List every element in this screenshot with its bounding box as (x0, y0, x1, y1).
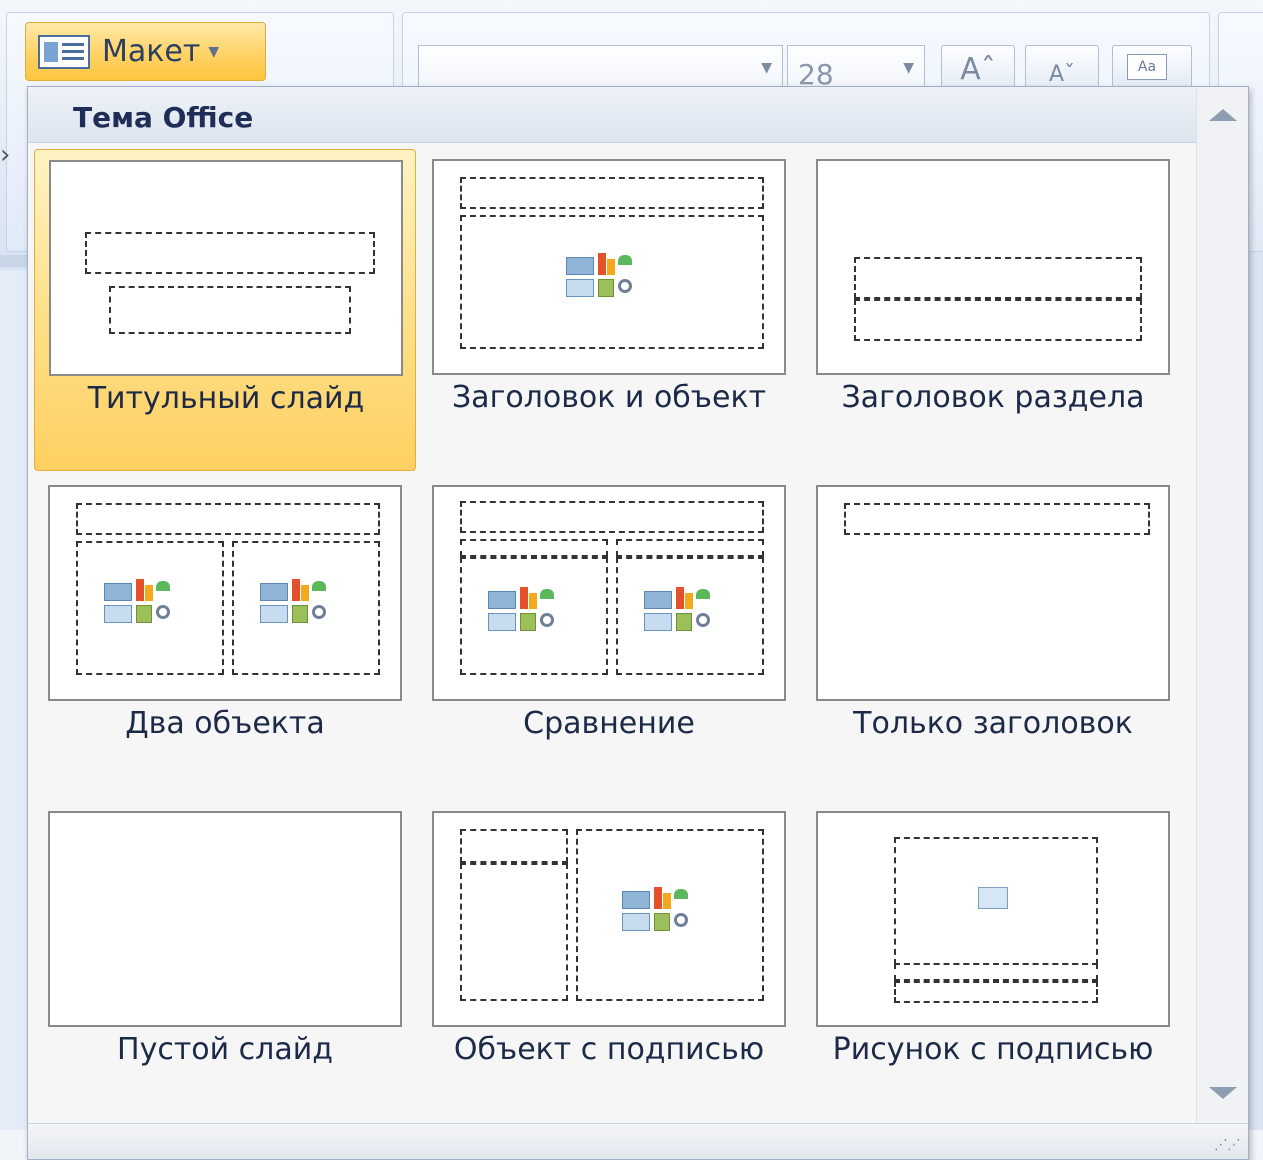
side-marker: › (0, 140, 11, 170)
picture-icon (978, 887, 1008, 909)
title-placeholder (460, 177, 764, 209)
layout-tile-title-and-content[interactable]: Заголовок и объект (418, 149, 800, 471)
title-placeholder (854, 257, 1142, 299)
layout-tile-content-with-caption[interactable]: Объект с подписью (418, 801, 800, 1123)
scroll-up-icon[interactable] (1209, 109, 1237, 121)
heading-placeholder-left (460, 539, 608, 557)
title-placeholder (76, 503, 380, 535)
subtitle-placeholder (109, 286, 351, 334)
gallery-header: Тема Office (28, 87, 1198, 143)
layout-thumbnail (48, 811, 402, 1027)
layout-label: Заголовок и объект (451, 380, 767, 415)
caption-text-placeholder (460, 863, 568, 1001)
content-placeholder-icon (564, 253, 634, 299)
document-scroll-strip (1247, 255, 1263, 1135)
heading-placeholder-right (616, 539, 764, 557)
grow-font-icon: Aˆ (960, 52, 996, 87)
ruler-strip (0, 255, 30, 267)
layout-label: Заголовок раздела (841, 380, 1145, 415)
title-placeholder (460, 501, 764, 533)
layout-tile-comparison[interactable]: Сравнение (418, 475, 800, 797)
layout-thumbnail (816, 159, 1170, 375)
layout-thumbnail (816, 811, 1170, 1027)
gallery-scrollbar[interactable] (1196, 87, 1248, 1123)
layout-label: Титульный слайд (87, 381, 365, 416)
content-placeholder-icon (486, 587, 556, 633)
gallery-title: Тема Office (73, 101, 254, 134)
content-placeholder-icon (258, 579, 328, 625)
layout-thumbnail (432, 159, 786, 375)
content-placeholder-icon (620, 887, 690, 933)
layout-tile-title-slide[interactable]: Титульный слайд (34, 149, 416, 471)
layout-label: Сравнение (523, 706, 695, 741)
layout-tile-section-header[interactable]: Заголовок раздела (802, 149, 1184, 471)
content-placeholder-icon (642, 587, 712, 633)
layout-label: Рисунок с подписью (832, 1032, 1154, 1067)
layout-label: Только заголовок (853, 706, 1133, 741)
layout-label: Объект с подписью (453, 1032, 765, 1067)
layout-tile-two-content[interactable]: Два объекта (34, 475, 416, 797)
layout-label: Два объекта (125, 706, 325, 741)
title-placeholder (85, 232, 375, 274)
layout-thumbnail (432, 485, 786, 701)
layout-button-label: Макет (102, 34, 201, 69)
chevron-down-icon[interactable]: ▼ (761, 60, 772, 76)
layout-label: Пустой слайд (117, 1032, 333, 1067)
layout-tile-title-only[interactable]: Только заголовок (802, 475, 1184, 797)
layout-icon (38, 34, 90, 69)
resize-grip-icon[interactable]: ⋰⋰ (1214, 1137, 1241, 1153)
layout-tile-picture-with-caption[interactable]: Рисунок с подписью (802, 801, 1184, 1123)
caption-title-placeholder (460, 829, 568, 863)
layout-thumbnail (48, 485, 402, 701)
layout-button[interactable]: Макет ▼ (25, 22, 266, 81)
layout-tile-blank[interactable]: Пустой слайд (34, 801, 416, 1123)
clear-formatting-icon: Aa (1127, 54, 1167, 80)
chevron-down-icon: ▼ (208, 43, 220, 60)
title-placeholder (894, 963, 1098, 981)
gallery-footer: ⋰⋰ (28, 1123, 1248, 1159)
text-placeholder (854, 299, 1142, 341)
title-placeholder (844, 503, 1150, 535)
scroll-down-icon[interactable] (1209, 1087, 1237, 1099)
layout-thumbnail (816, 485, 1170, 701)
content-placeholder-icon (102, 579, 172, 625)
text-placeholder (894, 981, 1098, 1003)
chevron-down-icon[interactable]: ▼ (903, 60, 914, 76)
layout-thumbnail (49, 160, 403, 376)
layout-gallery: Тема Office Титульный слайд Заголовок и … (27, 86, 1249, 1160)
layout-thumbnail (432, 811, 786, 1027)
shrink-font-icon: Aˇ (1048, 62, 1076, 87)
